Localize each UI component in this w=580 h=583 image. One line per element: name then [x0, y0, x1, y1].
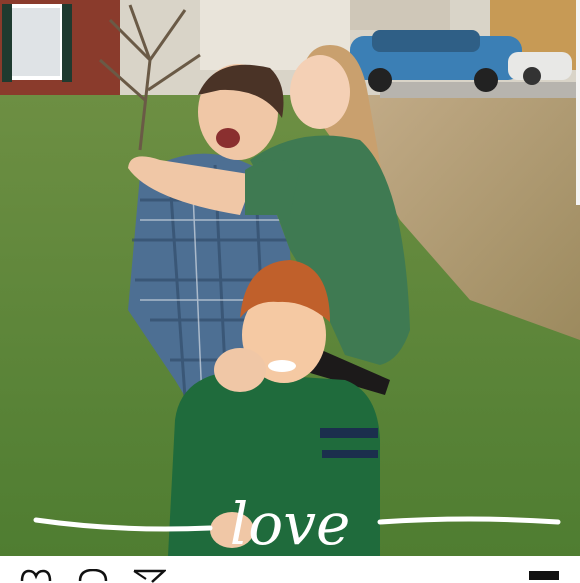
bookmark-icon[interactable]: [529, 571, 559, 580]
photo: love: [0, 0, 580, 556]
heart-icon[interactable]: [20, 569, 52, 583]
share-icon[interactable]: [132, 569, 166, 583]
love-script-text: love: [230, 490, 351, 556]
house-shutter: [2, 4, 12, 82]
house-shutter-2: [62, 4, 72, 82]
comment-icon[interactable]: [78, 569, 108, 583]
house-window: [8, 4, 64, 80]
house-right: [350, 0, 450, 30]
action-bar: [0, 556, 580, 583]
scroll-edge: [576, 0, 580, 205]
